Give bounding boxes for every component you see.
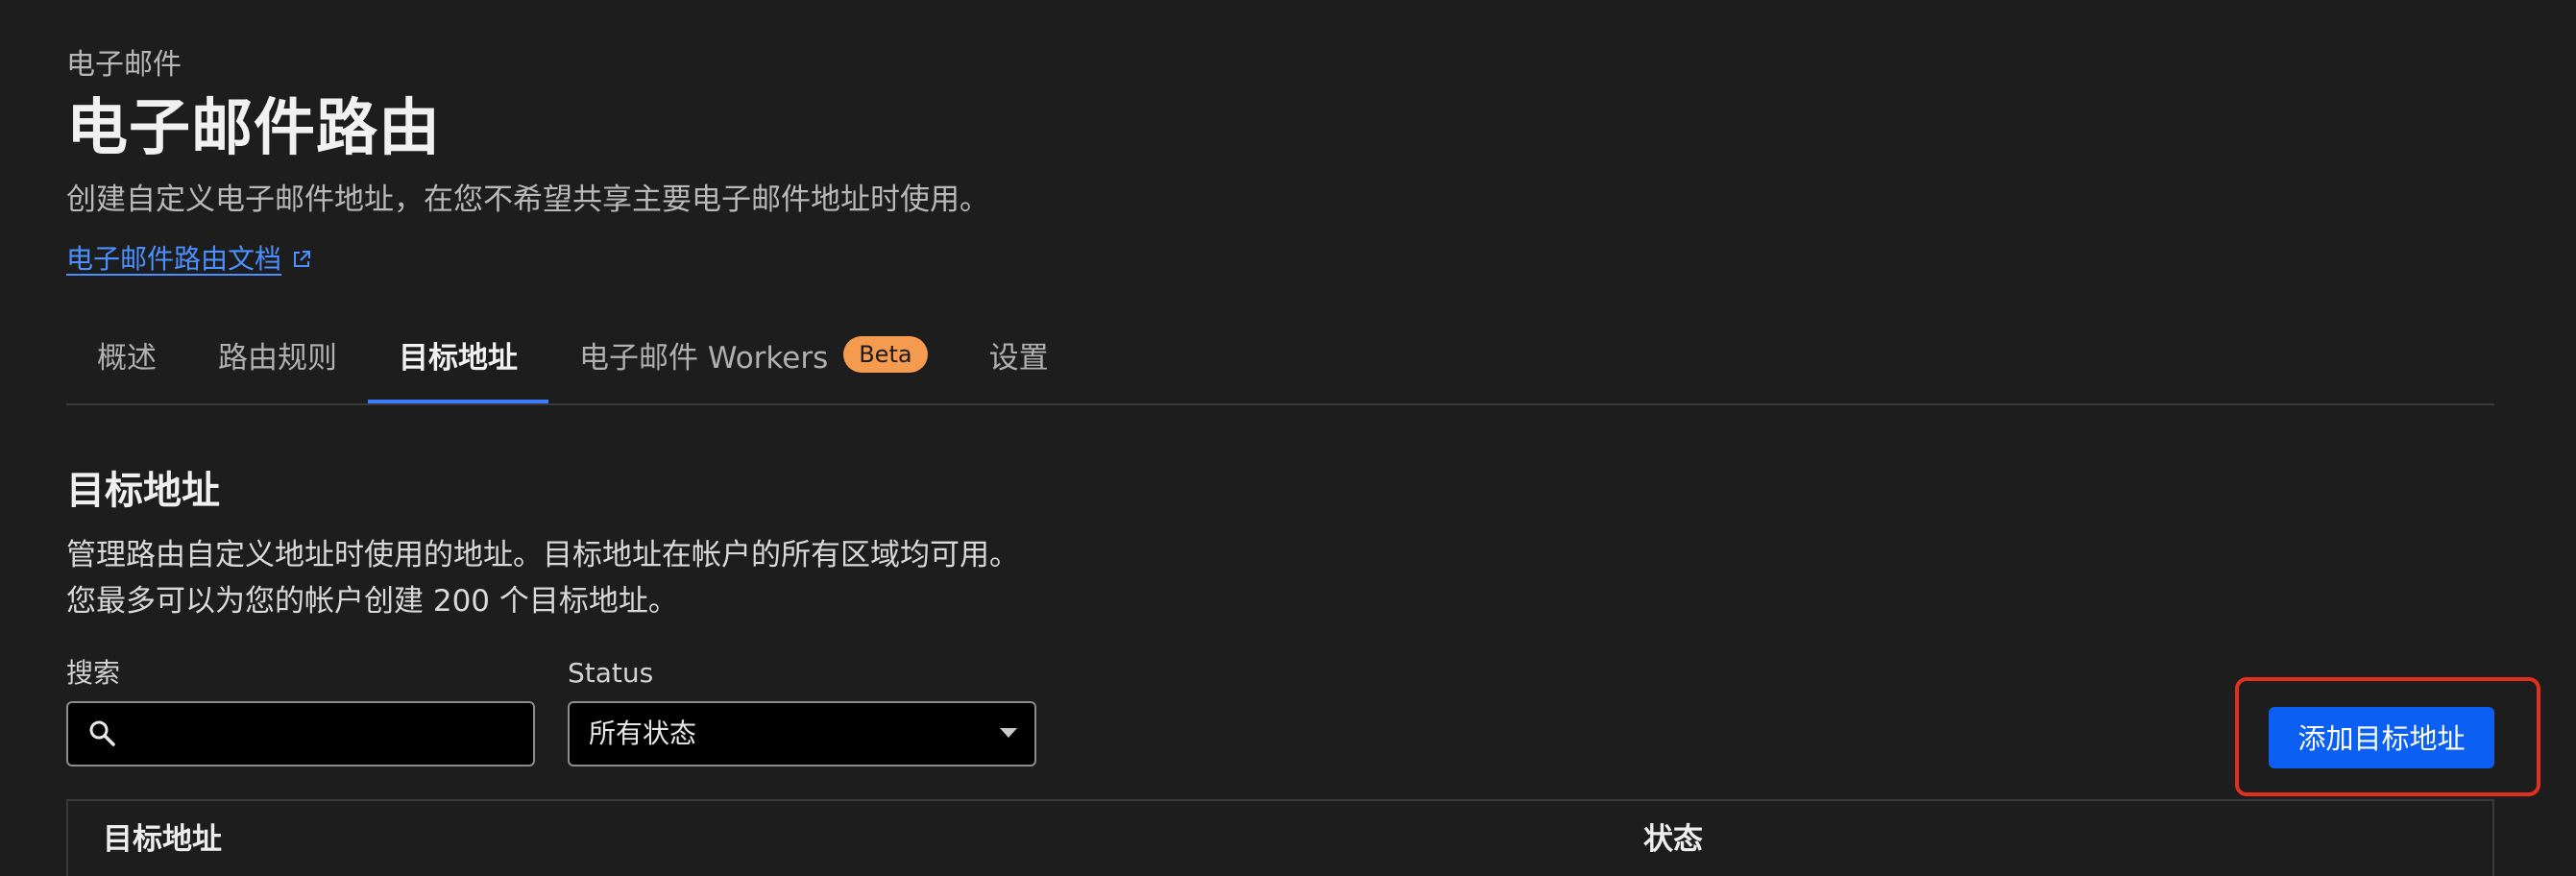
tab-email-workers[interactable]: 电子邮件 Workers Beta (548, 315, 959, 394)
page-subtitle: 创建自定义电子邮件地址，在您不希望共享主要电子邮件地址时使用。 (66, 182, 989, 217)
search-icon (89, 720, 115, 746)
table-header: 目标地址 状态 (66, 799, 2494, 876)
page-title: 电子邮件路由 (66, 93, 441, 164)
tab-label: 电子邮件 Workers (579, 340, 829, 376)
beta-badge: Beta (843, 336, 928, 373)
tab-destination-addresses[interactable]: 目标地址 (368, 315, 548, 403)
tab-settings[interactable]: 设置 (959, 315, 1080, 394)
tab-overview[interactable]: 概述 (66, 315, 187, 394)
chevron-down-icon (1000, 728, 1017, 738)
column-header-status[interactable]: 状态 (1643, 820, 1703, 859)
section-description: 管理路由自定义地址时使用的地址。目标地址在帐户的所有区域均可用。 您最多可以为您… (66, 532, 1019, 624)
section-title: 目标地址 (66, 469, 220, 513)
docs-link[interactable]: 电子邮件路由文档 (66, 242, 312, 277)
breadcrumb[interactable]: 电子邮件 (66, 48, 182, 83)
section-description-line: 管理路由自定义地址时使用的地址。目标地址在帐户的所有区域均可用。 (66, 538, 1019, 572)
tab-label: 设置 (988, 340, 1049, 376)
section-description-line: 您最多可以为您的帐户创建 200 个目标地址。 (66, 584, 678, 619)
status-select[interactable]: 所有状态 (568, 701, 1036, 766)
tab-label: 概述 (97, 340, 157, 376)
add-destination-address-button[interactable]: 添加目标地址 (2269, 707, 2494, 768)
docs-link-label: 电子邮件路由文档 (66, 243, 282, 275)
column-header-destination-address[interactable]: 目标地址 (103, 820, 222, 859)
search-field[interactable] (66, 701, 535, 766)
tab-label: 路由规则 (218, 340, 337, 376)
tab-routing-rules[interactable]: 路由规则 (187, 315, 368, 394)
status-label: Status (568, 657, 654, 689)
external-link-icon (294, 251, 311, 267)
search-input[interactable] (130, 703, 527, 766)
status-select-value: 所有状态 (589, 718, 697, 749)
search-label: 搜索 (66, 657, 121, 689)
email-routing-page: 电子邮件 电子邮件路由 创建自定义电子邮件地址，在您不希望共享主要电子邮件地址时… (0, 0, 2576, 876)
tab-label: 目标地址 (399, 340, 518, 376)
tab-bar: 概述 路由规则 目标地址 电子邮件 Workers Beta 设置 (66, 323, 2494, 405)
